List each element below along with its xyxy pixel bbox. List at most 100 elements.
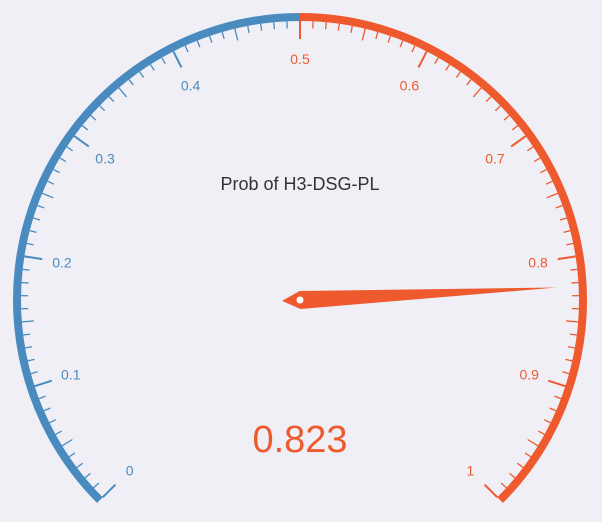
gauge-minor-tick xyxy=(221,31,225,39)
gauge-minor-tick xyxy=(209,35,213,43)
gauge-minor-tick xyxy=(260,23,263,31)
gauge-tick-label: 0.9 xyxy=(519,366,539,382)
gauge-major-tick xyxy=(417,50,428,68)
gauge-minor-tick xyxy=(29,229,37,233)
gauge-minor-tick xyxy=(526,146,534,152)
gauge-minor-tick xyxy=(543,419,551,424)
gauge-minor-tick xyxy=(567,346,575,349)
gauge-major-tick xyxy=(172,50,183,68)
gauge-minor-tick xyxy=(23,333,31,336)
gauge-major-tick xyxy=(102,483,117,498)
gauge-minor-tick xyxy=(76,462,83,469)
gauge-tick-label: 0.5 xyxy=(290,51,310,67)
gauge-needle-pivot xyxy=(296,296,304,304)
gauge-minor-tick xyxy=(361,28,366,41)
gauge-major-tick xyxy=(557,255,576,261)
gauge-minor-tick xyxy=(21,320,34,323)
gauge-minor-tick xyxy=(30,371,38,375)
gauge-minor-tick xyxy=(273,22,276,30)
gauge-minor-tick xyxy=(434,57,439,65)
gauge-minor-tick xyxy=(509,472,516,479)
gauge-minor-tick xyxy=(234,28,239,41)
gauge-minor-tick xyxy=(128,79,134,86)
gauge-minor-tick xyxy=(545,180,553,185)
gauge-major-tick xyxy=(34,379,53,388)
gauge-minor-tick xyxy=(66,146,74,152)
gauge-minor-tick xyxy=(47,180,55,185)
gauge-minor-tick xyxy=(38,395,46,400)
gauge-minor-tick xyxy=(324,22,327,30)
gauge-tick-label: 0.4 xyxy=(181,77,201,93)
gauge-needle xyxy=(282,287,557,309)
gauge-minor-tick xyxy=(33,217,41,221)
gauge-minor-tick xyxy=(184,45,189,53)
gauge-tick-label: 0.7 xyxy=(485,150,505,166)
gauge-label-layer: 0 0.1 0.2 0.3 0.4 0.5 0.6 0.7 0.8 0.9 1 xyxy=(52,51,548,478)
gauge-minor-tick xyxy=(399,40,404,48)
gauge-minor-tick xyxy=(411,45,416,53)
gauge-minor-tick xyxy=(161,57,166,65)
gauge-major-tick xyxy=(483,483,498,498)
gauge-minor-tick xyxy=(27,358,35,362)
gauge-minor-tick xyxy=(149,64,155,71)
gauge-chart: 0 0.1 0.2 0.3 0.4 0.5 0.6 0.7 0.8 0.9 1 Prob of H3… xyxy=(0,0,602,522)
gauge-major-tick xyxy=(510,135,527,148)
gauge-minor-tick xyxy=(533,157,541,163)
gauge-title: Prob of H3-DSG-PL xyxy=(220,174,379,194)
gauge-tick-label: 0.3 xyxy=(95,150,115,166)
gauge-minor-tick xyxy=(108,96,115,103)
gauge-svg: 0 0.1 0.2 0.3 0.4 0.5 0.6 0.7 0.8 0.9 1 Prob of H3… xyxy=(13,13,587,503)
gauge-minor-tick xyxy=(554,395,562,400)
gauge-minor-tick xyxy=(49,419,57,424)
gauge-minor-tick xyxy=(565,358,573,362)
gauge-minor-tick xyxy=(375,31,379,39)
gauge-major-tick xyxy=(73,135,90,148)
gauge-minor-tick xyxy=(93,482,100,489)
gauge-minor-tick xyxy=(41,192,54,199)
gauge-major-tick xyxy=(547,379,566,388)
gauge-minor-tick xyxy=(139,71,145,78)
gauge-minor-tick xyxy=(99,105,106,112)
gauge-tick-label: 0.8 xyxy=(528,254,548,270)
gauge-minor-tick xyxy=(37,204,45,209)
gauge-minor-tick xyxy=(84,472,91,479)
gauge-minor-tick xyxy=(22,268,30,271)
gauge-minor-tick xyxy=(524,452,532,458)
gauge-minor-tick xyxy=(68,452,76,458)
gauge-tick-label: 1 xyxy=(467,462,475,478)
gauge-minor-tick xyxy=(563,229,571,233)
gauge-minor-tick xyxy=(511,125,519,131)
gauge-minor-tick xyxy=(81,125,89,131)
gauge-minor-tick xyxy=(549,407,557,412)
gauge-value-label: 0.823 xyxy=(252,419,347,461)
gauge-minor-tick xyxy=(546,192,559,199)
gauge-minor-tick xyxy=(538,430,545,435)
gauge-minor-tick xyxy=(527,438,539,447)
gauge-tick-label: 0.1 xyxy=(61,366,81,382)
gauge-minor-tick xyxy=(350,25,353,33)
gauge-minor-tick xyxy=(455,71,461,78)
gauge-minor-tick xyxy=(466,79,472,86)
gauge-minor-tick xyxy=(569,333,577,336)
gauge-minor-tick xyxy=(562,371,570,375)
gauge-minor-tick xyxy=(337,23,340,31)
gauge-needle-layer xyxy=(282,287,557,309)
gauge-minor-tick xyxy=(517,462,524,469)
gauge-minor-tick xyxy=(43,407,51,412)
gauge-minor-tick xyxy=(26,242,34,246)
gauge-minor-tick xyxy=(500,482,507,489)
gauge-minor-tick xyxy=(485,96,492,103)
gauge-tick-label: 0.2 xyxy=(52,254,72,270)
gauge-tick-label: 0.6 xyxy=(400,77,420,93)
gauge-minor-tick xyxy=(566,320,579,323)
gauge-minor-tick xyxy=(503,115,510,121)
gauge-minor-tick xyxy=(247,25,250,33)
gauge-minor-tick xyxy=(118,87,128,98)
gauge-minor-tick xyxy=(555,204,563,209)
gauge-minor-tick xyxy=(59,157,67,163)
gauge-minor-tick xyxy=(25,346,33,349)
gauge-minor-tick xyxy=(570,268,578,271)
gauge-minor-tick xyxy=(196,40,201,48)
gauge-minor-tick xyxy=(61,438,73,447)
gauge-minor-tick xyxy=(559,217,567,221)
